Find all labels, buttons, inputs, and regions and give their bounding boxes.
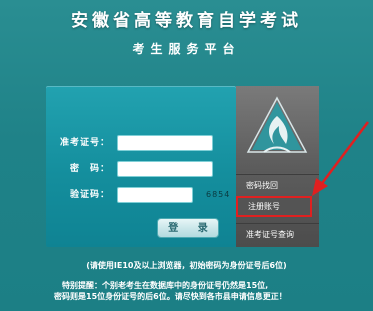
browser-tip: (请使用IE10及以上浏览器，初始密码为身份证号后6位)	[86, 261, 287, 270]
special-notice: 特别提醒：个别老考生在数据库中的身份证号仍然是15位, 密码则是15位身份证号的…	[54, 280, 287, 302]
login-button[interactable]: 登 录	[157, 218, 219, 238]
special-notice-line-2: 密码则是15位身份证号的后6位。请尽快到各市县申请信息更正！	[54, 292, 287, 301]
page-subtitle: 考生服务平台	[132, 42, 241, 56]
special-notice-line-1: 特别提醒：个别老考生在数据库中的身份证号仍然是15位,	[62, 281, 269, 290]
side-item-register[interactable]: 注册账号	[236, 196, 312, 217]
captcha-label: 验证码：	[69, 190, 110, 200]
id-row: 准考证号：	[46, 134, 236, 152]
password-input[interactable]	[117, 161, 213, 177]
captcha-image[interactable]: 6854	[206, 187, 234, 202]
page-title: 安徽省高等教育自学考试	[71, 11, 302, 31]
login-panel: 准考证号： 密 码： 验证码： 6854 登 录	[46, 86, 236, 247]
id-label: 准考证号：	[59, 138, 110, 148]
side-item-id-lookup[interactable]: 准考证号查询	[236, 223, 319, 245]
captcha-input[interactable]	[117, 187, 193, 203]
captcha-row: 验证码： 6854	[46, 186, 236, 204]
id-input[interactable]	[117, 135, 213, 151]
red-arrow-icon	[312, 121, 369, 196]
mountain-flame-logo-icon	[246, 96, 308, 153]
password-label: 密 码：	[69, 164, 110, 174]
password-row: 密 码：	[46, 160, 236, 178]
